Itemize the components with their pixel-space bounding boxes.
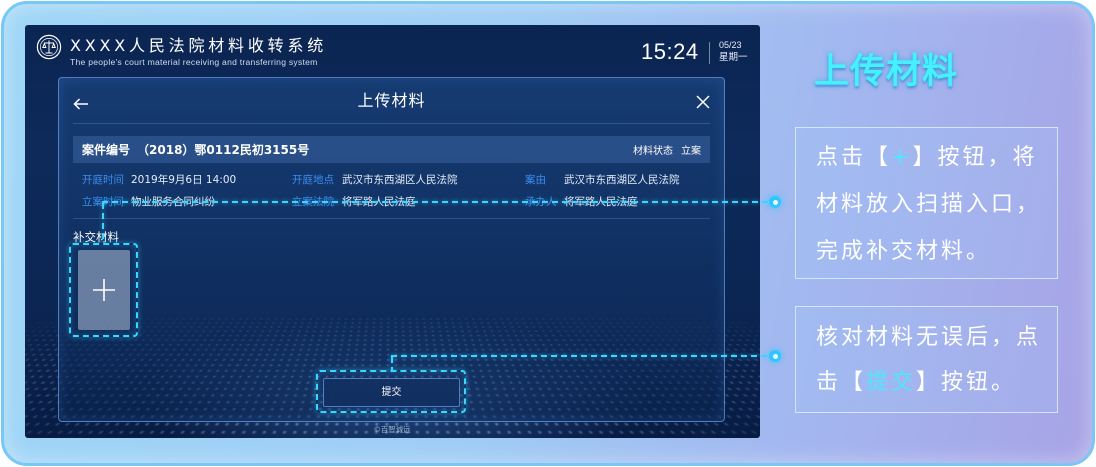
guide-highlight-text: + (891, 145, 913, 170)
guide-line: 点击【+】按钮，将 (816, 134, 1057, 181)
case-status: 材料状态 立案 (633, 142, 701, 157)
case-number-label: 案件编号 (82, 143, 131, 157)
guide-text: 】按钮，将 (912, 145, 1038, 170)
connector-line-submit-vertical (391, 357, 393, 370)
guide-text: 击【 (816, 370, 867, 395)
guide-step-add-material: 点击【+】按钮，将 材料放入扫描入口， 完成补交材料。 (795, 127, 1058, 279)
system-title: XXXX人民法院材料收转系统 (70, 36, 328, 55)
guide-line: 完成补交材料。 (816, 228, 1057, 275)
clock-time: 15:24 (641, 39, 699, 64)
field-label-case-cause: 案由 (525, 174, 546, 186)
clock-divider (709, 42, 710, 64)
case-number: 案件编号 （2018）鄂0112民初3155号 (82, 141, 309, 158)
guide-line: 击【提交】按钮。 (816, 360, 1057, 405)
connector-line-add-horizontal (102, 201, 770, 203)
field-value-case-cause: 武汉市东西湖区人民法院 (564, 174, 680, 186)
highlight-submit (316, 370, 466, 413)
field-value-hearing-time: 2019年9月6日 14:00 (131, 174, 237, 186)
case-number-value: （2018）鄂0112民初3155号 (137, 143, 310, 157)
guide-text: 核对材料无误后，点 (816, 325, 1042, 350)
connector-line-add-vertical (102, 203, 104, 243)
dialog-title: 上传材料 (357, 91, 426, 110)
guide-text: 】按钮。 (916, 370, 1017, 395)
dialog-header-divider (73, 123, 710, 124)
field-label-hearing-place: 开庭地点 (292, 174, 334, 186)
case-status-value: 立案 (681, 146, 701, 157)
guide-text: 完成补交材料。 (816, 239, 992, 264)
clock-weekday: 星期一 (719, 52, 748, 63)
connector-line-submit-horizontal (391, 355, 770, 357)
system-subtitle: The people's court material receiving an… (70, 57, 318, 67)
clock-date: 05/23 (719, 40, 742, 50)
guide-highlight-text: 提交 (866, 370, 917, 395)
guide-line: 核对材料无误后，点 (816, 315, 1057, 360)
callout-dot-add (769, 196, 781, 208)
guide-line: 材料放入扫描入口， (816, 181, 1057, 228)
callout-dot-submit (769, 350, 781, 362)
guide-text: 点击【 (816, 145, 892, 170)
highlight-add-material (69, 243, 138, 337)
case-summary-bar: 案件编号 （2018）鄂0112民初3155号 材料状态 立案 (73, 136, 710, 163)
copyright-text: ©百智诚远 (373, 425, 411, 434)
court-emblem-icon (36, 34, 62, 60)
close-icon (696, 95, 710, 109)
case-status-label: 材料状态 (633, 146, 673, 157)
close-button[interactable] (696, 94, 710, 109)
guide-step-submit: 核对材料无误后，点 击【提交】按钮。 (795, 306, 1058, 413)
case-info-divider (73, 218, 710, 219)
guide-title: 上传材料 (814, 52, 959, 92)
guide-text: 材料放入扫描入口， (816, 192, 1042, 217)
field-value-hearing-place: 武汉市东西湖区人民法院 (342, 174, 458, 186)
tutorial-card: XXXX人民法院材料收转系统 The people's court materi… (0, 0, 1096, 467)
field-label-hearing-time: 开庭时间 (82, 174, 124, 186)
